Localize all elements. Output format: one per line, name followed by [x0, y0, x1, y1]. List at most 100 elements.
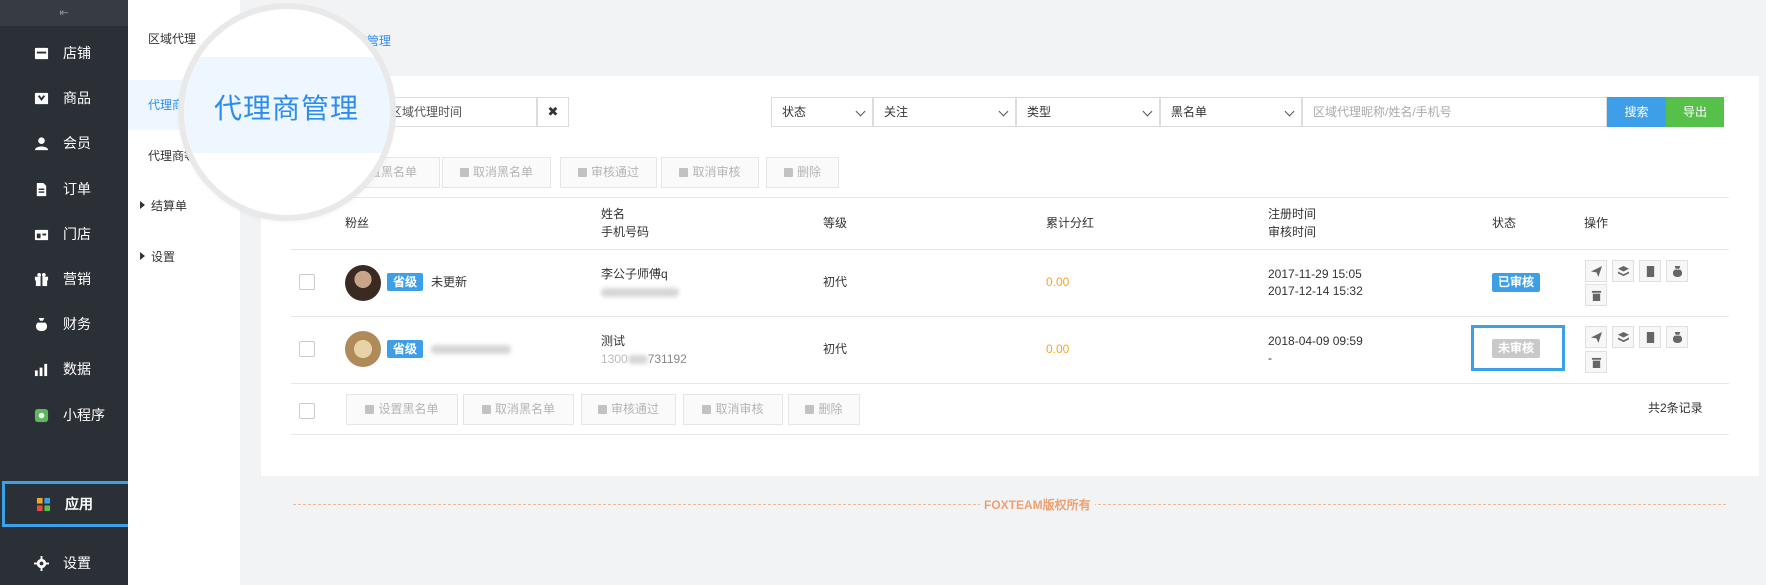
subnav-item-label: 设置 [151, 250, 176, 264]
sidebar-item-shop[interactable]: 门店 [0, 211, 128, 257]
sidebar-item-label: 设置 [63, 555, 91, 571]
row-dividend: 0.00 [1046, 275, 1070, 289]
blacklist-select[interactable]: 黑名单 [1160, 97, 1302, 127]
status-select-value: 状态 [782, 105, 807, 119]
money-bag-icon[interactable] [1666, 260, 1688, 282]
status-select[interactable]: 状态 [771, 97, 873, 127]
sidebar-item-label: 门店 [63, 226, 91, 242]
row-audit-time: 2017-12-14 15:32 [1268, 284, 1363, 298]
row-level: 初代 [823, 275, 848, 289]
export-button[interactable]: 导出 [1666, 97, 1724, 127]
close-icon: ✖ [547, 104, 559, 119]
button-label: 取消黑名单 [494, 402, 555, 416]
level-tag: 省级 [387, 340, 424, 358]
clear-date-button[interactable]: ✖ [537, 97, 569, 127]
chevron-down-icon [855, 106, 866, 117]
button-label: 取消审核 [715, 402, 764, 416]
sidebar-item-marketing[interactable]: 营销 [0, 256, 128, 302]
gear-icon [33, 555, 49, 571]
collapse-icon[interactable]: ⇤ [59, 7, 68, 19]
subnav-item-settings[interactable]: 设置 [128, 232, 240, 282]
document-icon[interactable] [1639, 326, 1661, 348]
set-blacklist-button[interactable]: 设置黑名单 [346, 394, 458, 425]
sidebar-item-data[interactable]: 数据 [0, 346, 128, 392]
record-count: 共2条记录 [1648, 401, 1703, 415]
document-icon[interactable] [1639, 260, 1661, 282]
row-dividend: 0.00 [1046, 342, 1070, 356]
sidebar-item-settings[interactable]: 设置 [0, 540, 128, 585]
status-badge[interactable]: 未审核 [1492, 339, 1541, 358]
sidebar-item-member[interactable]: 会员 [0, 120, 128, 166]
sidebar-item-label: 订单 [63, 181, 91, 197]
subnav-item-label: 结算单 [151, 199, 188, 213]
cancel-approve-button[interactable]: 取消审核 [683, 394, 783, 425]
fan-nickname-blurred [431, 341, 511, 358]
button-label: 取消黑名单 [472, 165, 533, 179]
divider [291, 197, 1729, 198]
trash-icon[interactable] [1585, 351, 1607, 373]
sidebar-item-order[interactable]: 订单 [0, 166, 128, 212]
approve-button[interactable]: 审核通过 [581, 394, 676, 425]
send-icon[interactable] [1585, 326, 1607, 348]
layers-icon[interactable] [1612, 326, 1634, 348]
order-icon [33, 181, 49, 197]
sidebar-item-miniprogram[interactable]: 小程序 [0, 392, 128, 438]
row-phone-blurred [601, 284, 679, 301]
delete-button[interactable]: 删除 [788, 394, 860, 425]
phone-prefix: 1300 [601, 352, 628, 366]
layers-icon[interactable] [1612, 260, 1634, 282]
button-label: 审核通过 [610, 402, 659, 416]
shop-icon [33, 226, 49, 242]
row-checkbox[interactable] [299, 341, 315, 357]
phone-suffix: 731192 [647, 352, 687, 366]
sidebar-item-finance[interactable]: 财务 [0, 301, 128, 347]
status-badge[interactable]: 已审核 [1492, 273, 1541, 292]
keyword-search-input[interactable]: 区域代理昵称/姓名/手机号 [1302, 97, 1607, 127]
type-select[interactable]: 类型 [1016, 97, 1160, 127]
sidebar-item-label: 商品 [63, 90, 91, 106]
send-icon[interactable] [1585, 260, 1607, 282]
divider [291, 383, 1729, 384]
sidebar-item-label: 财务 [63, 316, 91, 332]
trash-icon[interactable] [1585, 284, 1607, 306]
sidebar-item-apps[interactable]: 应用 [2, 481, 133, 527]
search-button[interactable]: 搜索 [1607, 97, 1666, 127]
sidebar-item-label: 营销 [63, 271, 91, 287]
col-header-phone: 手机号码 [601, 225, 650, 239]
cancel-blacklist-button[interactable]: 取消黑名单 [442, 157, 551, 188]
follow-select[interactable]: 关注 [873, 97, 1016, 127]
trash-icon [805, 405, 815, 414]
button-label: 审核通过 [590, 165, 639, 179]
col-header-ops: 操作 [1584, 216, 1609, 230]
chart-icon [33, 361, 49, 377]
button-label: 删除 [818, 402, 843, 416]
sidebar-item-label: 店铺 [63, 45, 91, 61]
chevron-down-icon [998, 106, 1009, 117]
fan-nickname: 未更新 [431, 275, 468, 289]
user-icon [481, 405, 491, 414]
cancel-blacklist-button[interactable]: 取消黑名单 [463, 394, 574, 425]
divider [291, 316, 1729, 317]
sidebar-item-label: 小程序 [63, 407, 105, 423]
approve-button[interactable]: 审核通过 [560, 157, 657, 188]
select-all-checkbox[interactable] [299, 403, 315, 419]
row-level: 初代 [823, 342, 848, 356]
col-header-dividend: 累计分红 [1046, 216, 1095, 230]
money-bag-icon[interactable] [1666, 326, 1688, 348]
row-name: 测试 [601, 334, 626, 348]
avatar [345, 331, 381, 367]
sidebar-item-store[interactable]: 店铺 [0, 30, 128, 76]
check-doc-icon [597, 405, 607, 414]
col-header-name: 姓名 [601, 207, 626, 221]
sidebar-item-product[interactable]: 商品 [0, 75, 128, 121]
cancel-doc-icon [702, 405, 712, 414]
product-icon [33, 90, 49, 106]
date-range-input[interactable]: 区域代理时间 [381, 97, 537, 127]
row-reg-time: 2017-11-29 15:05 [1268, 267, 1362, 281]
row-checkbox[interactable] [299, 274, 315, 290]
cancel-approve-button[interactable]: 取消审核 [661, 157, 759, 188]
button-label: 删除 [796, 165, 821, 179]
delete-button[interactable]: 删除 [766, 157, 839, 188]
sidebar-collapse-button[interactable]: ⇤ [0, 0, 128, 26]
button-label: 取消审核 [692, 165, 741, 179]
